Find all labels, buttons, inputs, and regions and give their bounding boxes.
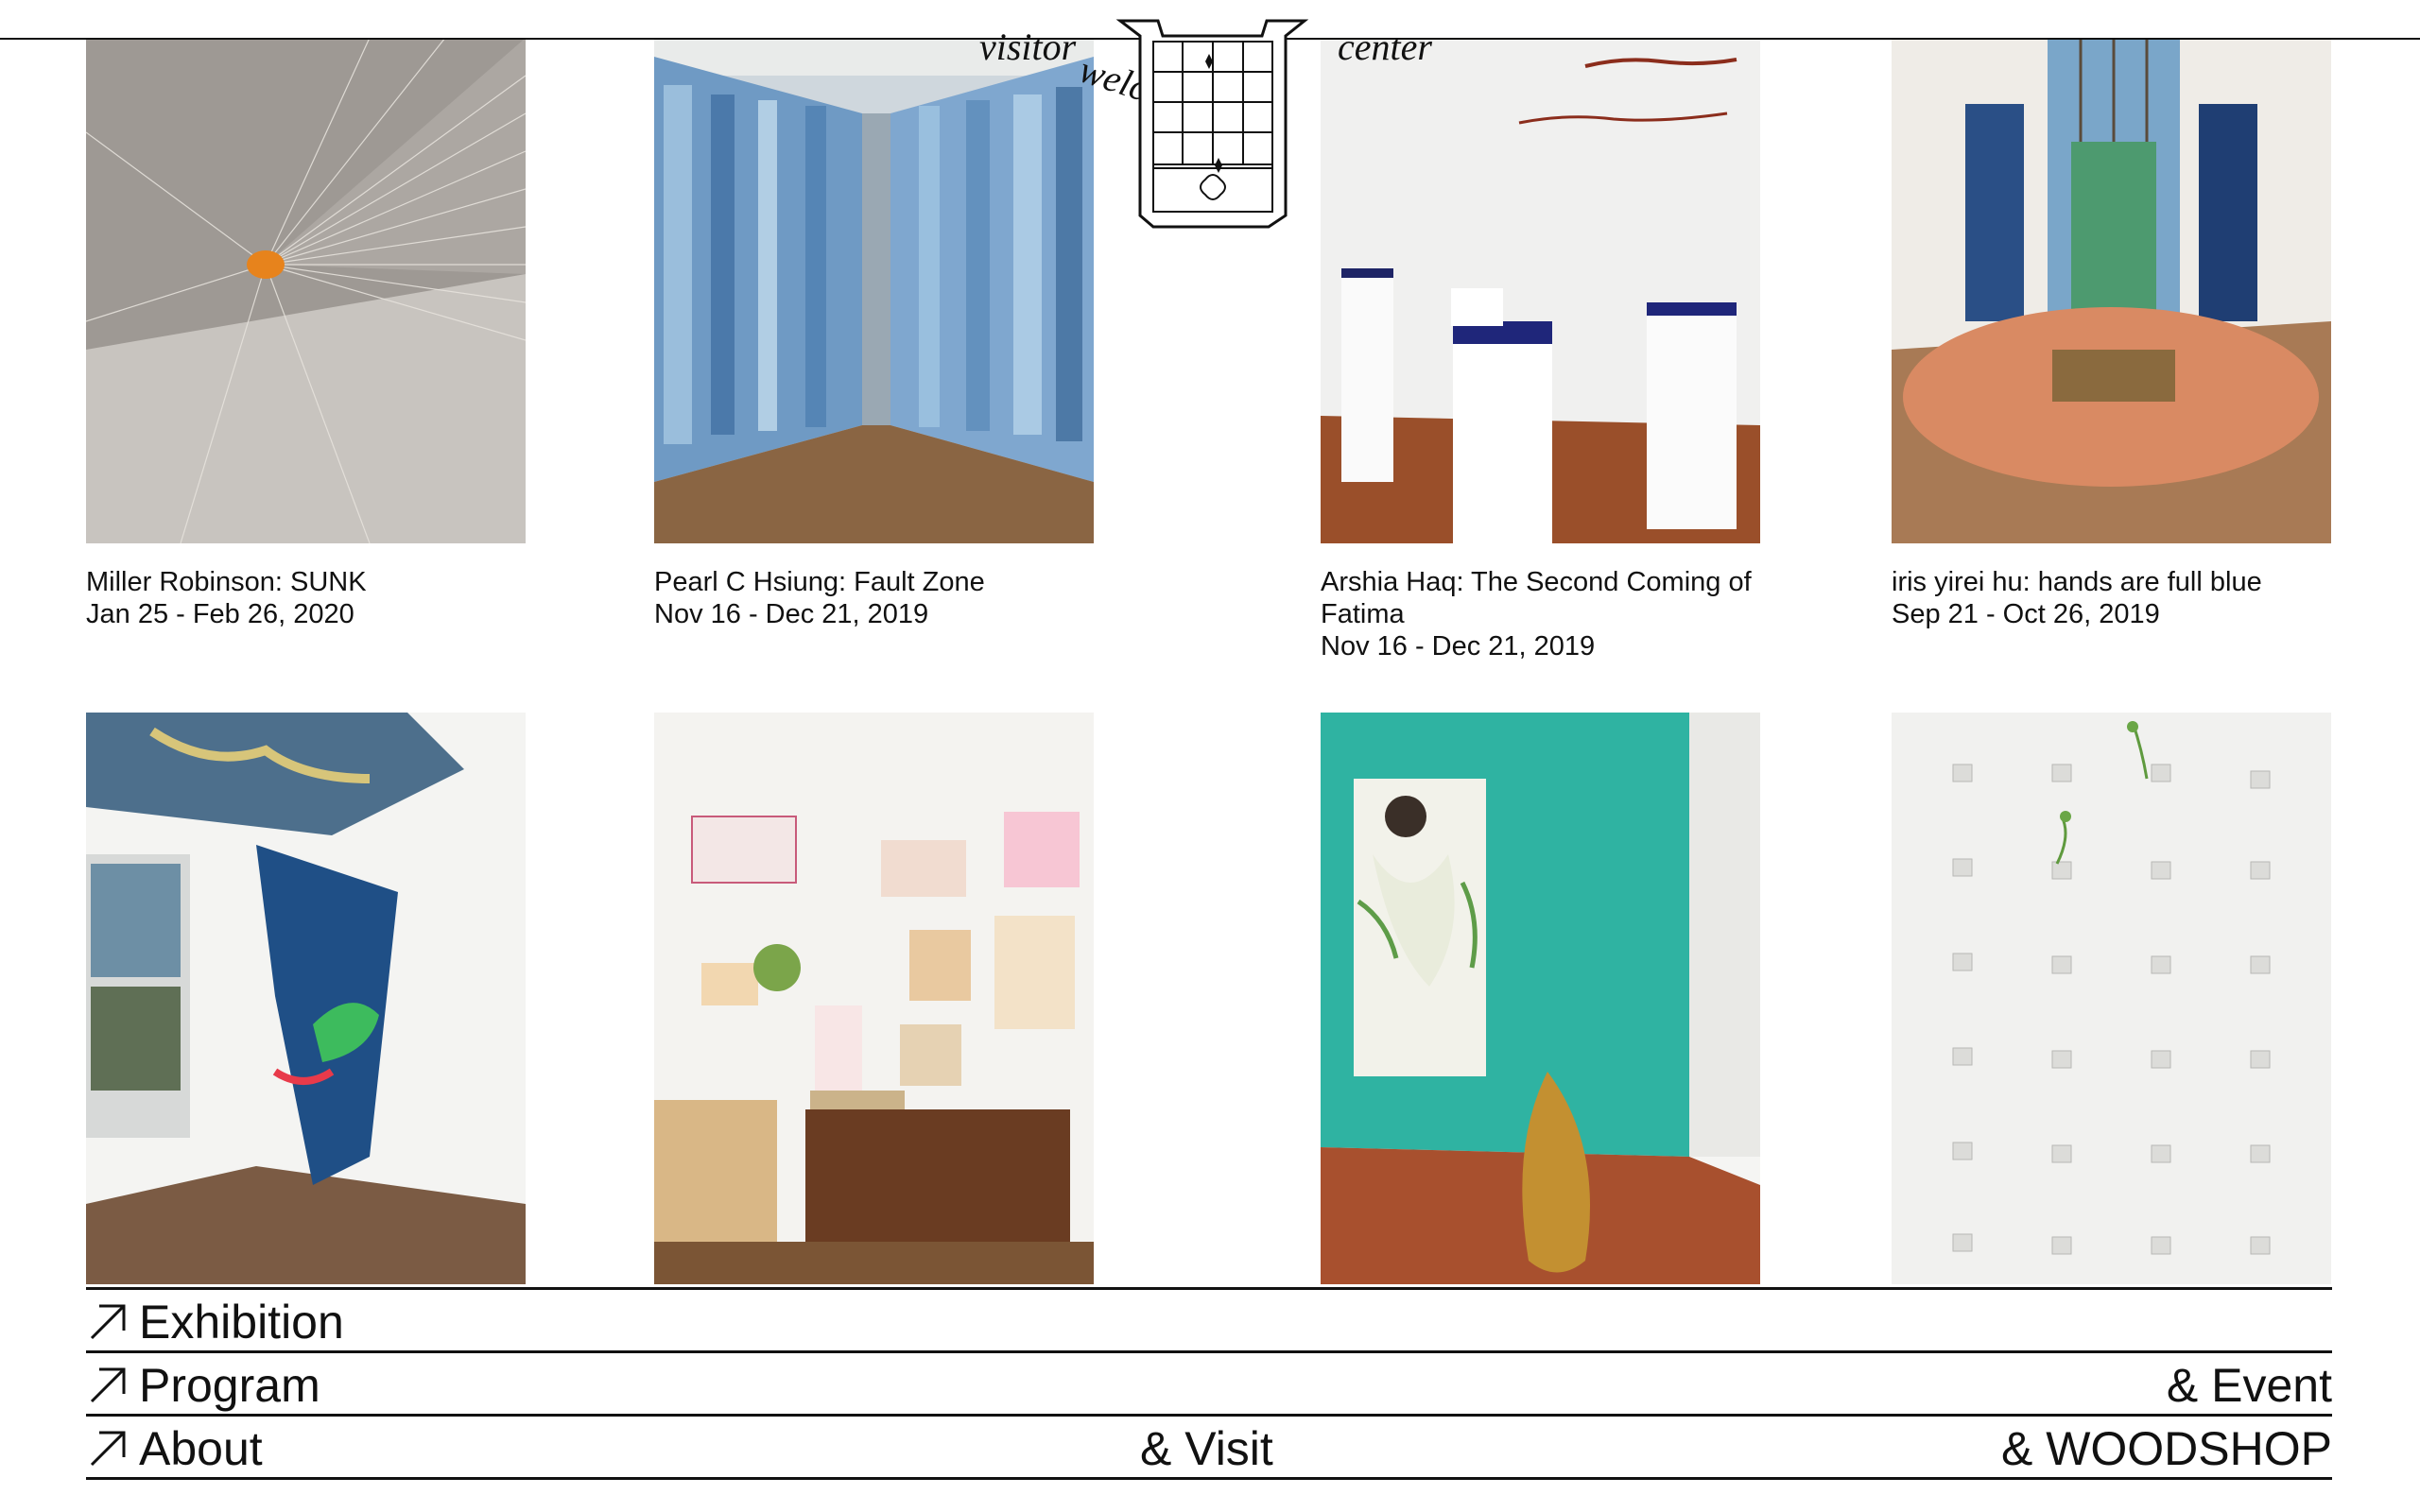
exhibition-title[interactable]: iris yirei hu: hands are full blue [1892,566,2331,598]
exhibition-caption: Arshia Haq: The Second Coming of Fatima … [1321,566,1760,662]
nav-link-about[interactable]: About [86,1422,263,1475]
nav-link-visit[interactable]: & Visit [1140,1422,1273,1475]
exhibition-title[interactable]: Pearl C Hsiung: Fault Zone [654,566,1094,598]
arrow-up-right-icon [90,1367,126,1403]
exhibition-caption: Pearl C Hsiung: Fault Zone Nov 16 - Dec … [654,566,1094,630]
exhibition-image-sunk[interactable] [86,38,526,543]
nav-label-about: About [139,1422,263,1475]
footer-nav: Exhibition Program & Event About & Visit… [86,1287,2332,1480]
nav-divider [86,1477,2332,1480]
exhibition-card[interactable] [1321,713,1760,1284]
nav-link-program[interactable]: Program [86,1359,320,1412]
exhibition-title[interactable]: Arshia Haq: The Second Coming of Fatima [1321,566,1760,630]
nav-label-program: Program [139,1359,320,1412]
window-icon [1115,19,1309,229]
exhibition-caption: iris yirei hu: hands are full blue Sep 2… [1892,566,2331,630]
nav-label-exhibition: Exhibition [139,1296,344,1349]
exhibition-image-teal-room[interactable] [1321,713,1760,1284]
exhibition-dates: Nov 16 - Dec 21, 2019 [654,599,929,629]
visitor-welcome-center-logo[interactable]: visitor welcome center [974,9,1456,236]
exhibition-card[interactable] [654,713,1094,1284]
exhibition-caption: Miller Robinson: SUNK Jan 25 - Feb 26, 2… [86,566,526,630]
nav-row-about: About & Visit & WOODSHOP [86,1417,2332,1477]
exhibition-card[interactable]: Miller Robinson: SUNK Jan 25 - Feb 26, 2… [86,38,526,630]
exhibition-dates: Jan 25 - Feb 26, 2020 [86,599,354,629]
exhibition-image-vessel-grid[interactable] [1892,713,2331,1284]
exhibition-image-hands-full-blue[interactable] [1892,38,2331,543]
arrow-up-right-icon [90,1304,126,1340]
exhibition-dates: Nov 16 - Dec 21, 2019 [1321,631,1596,662]
exhibition-title[interactable]: Miller Robinson: SUNK [86,566,526,598]
exhibition-card[interactable] [1892,713,2331,1284]
nav-row-exhibition: Exhibition [86,1290,2332,1350]
exhibition-image-hanging-painting[interactable] [86,713,526,1284]
nav-row-program: Program & Event [86,1353,2332,1414]
exhibition-card[interactable]: iris yirei hu: hands are full blue Sep 2… [1892,38,2331,630]
nav-link-exhibition[interactable]: Exhibition [86,1296,344,1349]
exhibition-image-salon-wall[interactable] [654,713,1094,1284]
nav-link-woodshop[interactable]: & WOODSHOP [2001,1422,2332,1475]
exhibition-dates: Sep 21 - Oct 26, 2019 [1892,599,2160,629]
nav-link-event[interactable]: & Event [2167,1359,2332,1412]
arrow-up-right-icon [90,1431,126,1467]
exhibition-card[interactable] [86,713,526,1284]
